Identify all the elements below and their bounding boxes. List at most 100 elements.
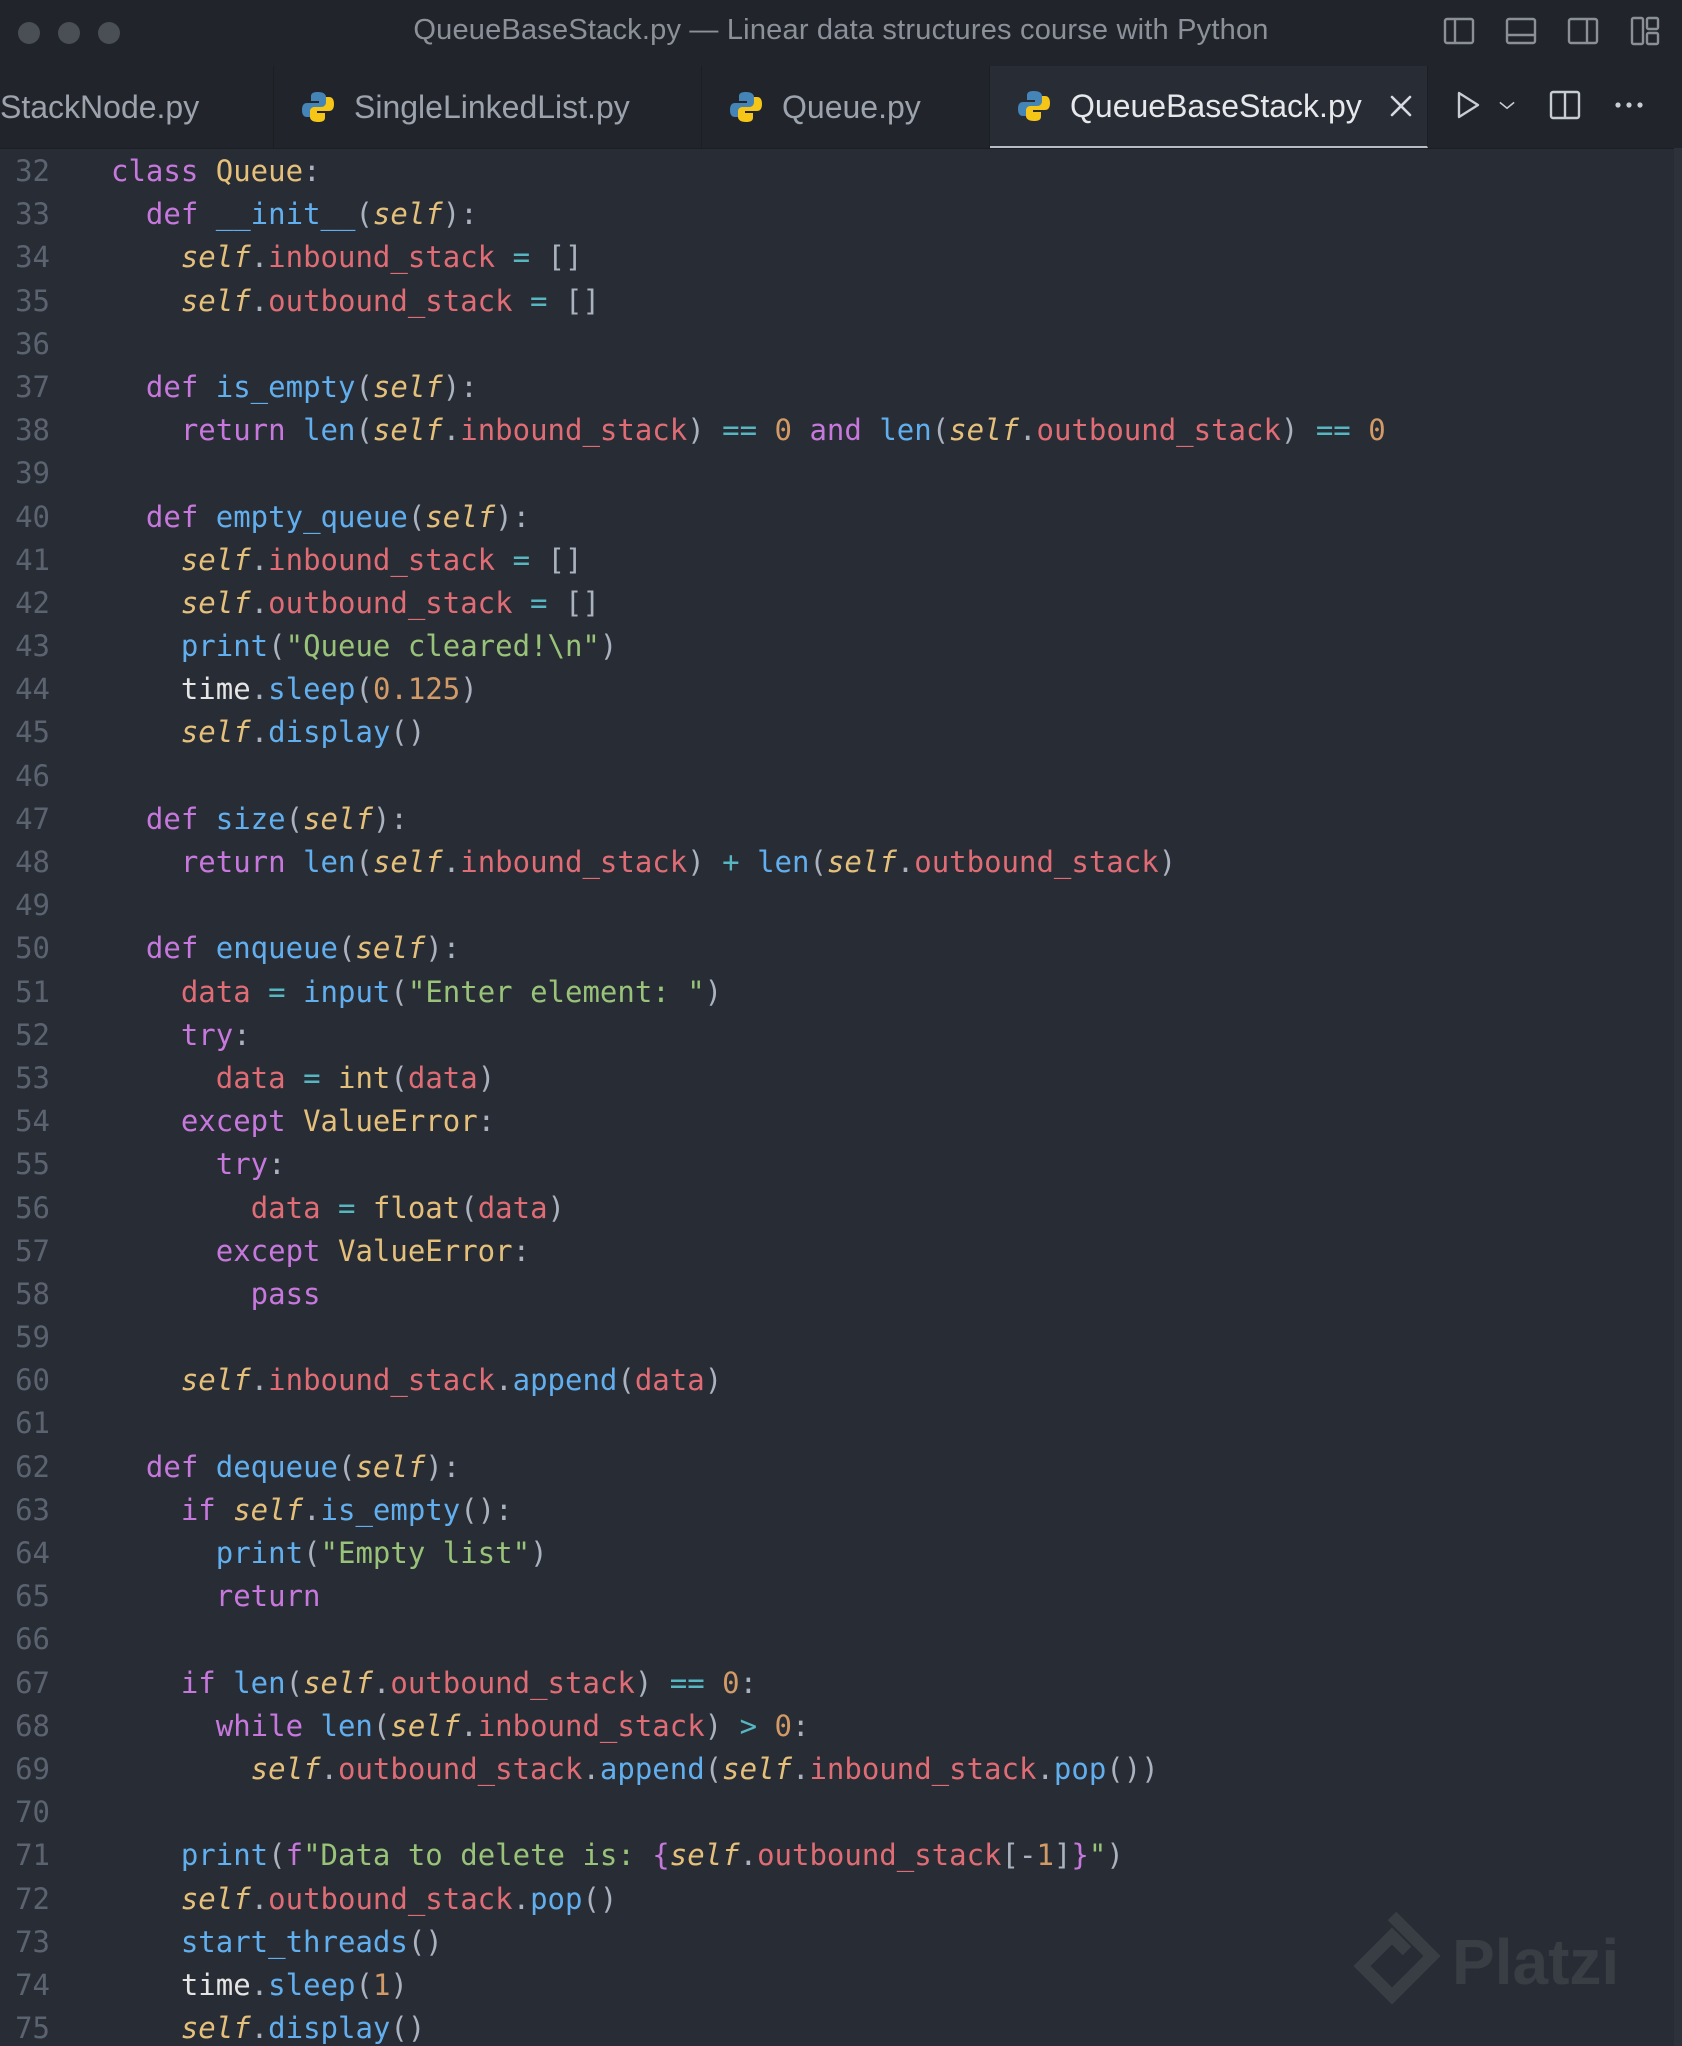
- code-token: self: [425, 499, 496, 534]
- code-token: ()): [1106, 1751, 1159, 1786]
- code-token: (: [355, 413, 373, 448]
- title-bar: QueueBaseStack.py — Linear data structur…: [0, 0, 1682, 66]
- code-token: self: [372, 845, 443, 879]
- code-token: ):: [442, 369, 478, 404]
- line-number: 46: [15, 758, 50, 793]
- code-line[interactable]: 42 self.outbound_stack = []: [0, 582, 1676, 625]
- code-line[interactable]: 32 class Queue:: [0, 150, 1676, 193]
- code-line[interactable]: 48 return len(self.inbound_stack) + len(…: [0, 841, 1676, 884]
- code-line[interactable]: 33 def __init__(self):: [0, 193, 1676, 236]
- code-line[interactable]: 64 print("Empty list"): [0, 1532, 1676, 1575]
- code-line[interactable]: 56 data = float(data): [0, 1187, 1676, 1230]
- code-line[interactable]: 35 self.outbound_stack = []: [0, 280, 1676, 323]
- code-line[interactable]: 57 except ValueError:: [0, 1230, 1676, 1273]
- code-text: print("Empty list"): [111, 1532, 548, 1575]
- code-line[interactable]: 44 time.sleep(0.125): [0, 668, 1676, 711]
- run-icon[interactable]: [1450, 88, 1484, 122]
- code-line[interactable]: 68 while len(self.inbound_stack) > 0:: [0, 1705, 1676, 1748]
- more-icon[interactable]: [1612, 88, 1646, 122]
- code-token: {: [652, 1838, 670, 1873]
- code-token: ): [687, 845, 705, 879]
- code-text: def __init__(self):: [111, 193, 478, 236]
- code-line[interactable]: 71 print(f"Data to delete is: {self.outb…: [0, 1834, 1676, 1877]
- code-line[interactable]: 52 try:: [0, 1014, 1676, 1057]
- code-line[interactable]: 67 if len(self.outbound_stack) == 0:: [0, 1662, 1676, 1705]
- toggle-secondary-sidebar-icon[interactable]: [1566, 14, 1600, 48]
- code-token: []: [547, 240, 583, 275]
- code-token: ):: [372, 801, 408, 836]
- code-token: (): [390, 2011, 426, 2046]
- code-line[interactable]: 46: [0, 755, 1676, 798]
- watermark-text: Platzi: [1452, 1926, 1619, 1998]
- code-line[interactable]: 39: [0, 452, 1676, 495]
- code-line[interactable]: 40 def empty_queue(self):: [0, 496, 1676, 539]
- code-token: (: [268, 629, 286, 664]
- toggle-panel-icon[interactable]: [1504, 14, 1538, 48]
- layout-controls: [1442, 14, 1662, 48]
- code-line[interactable]: 66: [0, 1618, 1676, 1661]
- code-token: dequeue: [215, 1449, 338, 1484]
- code-line[interactable]: 65 return: [0, 1575, 1676, 1618]
- line-number: 42: [15, 585, 50, 620]
- code-token: ): [687, 413, 705, 448]
- code-line[interactable]: 36: [0, 323, 1676, 366]
- tab-queue[interactable]: Queue.py: [702, 66, 990, 148]
- tab-queuebasestack[interactable]: QueueBaseStack.py: [990, 66, 1428, 148]
- code-line[interactable]: 50 def enqueue(self):: [0, 927, 1676, 970]
- code-token: .: [250, 240, 269, 275]
- code-token: def: [111, 499, 216, 534]
- code-line[interactable]: 37 def is_empty(self):: [0, 366, 1676, 409]
- line-number: 71: [15, 1838, 50, 1873]
- code-line[interactable]: 53 data = int(data): [0, 1057, 1676, 1100]
- line-number: 72: [15, 1881, 50, 1916]
- code-line[interactable]: 38 return len(self.inbound_stack) == 0 a…: [0, 409, 1676, 452]
- code-line[interactable]: 41 self.inbound_stack = []: [0, 539, 1676, 582]
- code-line[interactable]: 54 except ValueError:: [0, 1100, 1676, 1143]
- code-token: ():: [460, 1492, 513, 1527]
- code-token: start_threads: [180, 1924, 408, 1959]
- code-token: :: [477, 1104, 496, 1139]
- python-file-icon: [1018, 91, 1050, 121]
- code-line[interactable]: 60 self.inbound_stack.append(data): [0, 1359, 1676, 1402]
- split-editor-icon[interactable]: [1548, 88, 1582, 122]
- code-token: int: [338, 1060, 391, 1095]
- code-line[interactable]: 59: [0, 1316, 1676, 1359]
- code-token: 0: [1368, 413, 1386, 448]
- code-token: Queue: [215, 154, 304, 188]
- code-line[interactable]: 34 self.inbound_stack = []: [0, 236, 1676, 279]
- tab-singlelinkedlist[interactable]: SingleLinkedList.py: [274, 66, 702, 148]
- tab-stacknode[interactable]: StackNode.py: [0, 66, 274, 148]
- code-line[interactable]: 55 try:: [0, 1143, 1676, 1186]
- code-line[interactable]: 49: [0, 884, 1676, 927]
- chevron-down-icon[interactable]: [1496, 88, 1518, 122]
- code-token: data: [634, 1363, 705, 1398]
- code-text: if self.is_empty():: [111, 1489, 513, 1532]
- code-token: self: [303, 801, 373, 836]
- code-text: self.inbound_stack = []: [111, 236, 583, 279]
- code-line[interactable]: 43 print("Queue cleared!\n"): [0, 625, 1676, 668]
- code-line[interactable]: 47 def size(self):: [0, 798, 1676, 841]
- vertical-scrollbar[interactable]: [1674, 148, 1682, 2046]
- code-token: (: [390, 974, 408, 1009]
- code-line[interactable]: 70: [0, 1791, 1676, 1834]
- customize-layout-icon[interactable]: [1628, 14, 1662, 48]
- code-line[interactable]: 61: [0, 1402, 1676, 1445]
- code-text: def enqueue(self):: [111, 927, 460, 970]
- code-token: .: [512, 1881, 531, 1916]
- code-line[interactable]: 69 self.outbound_stack.append(self.inbou…: [0, 1748, 1676, 1791]
- code-line[interactable]: 63 if self.is_empty():: [0, 1489, 1676, 1532]
- code-line[interactable]: 45 self.display(): [0, 711, 1676, 754]
- code-token: =: [320, 1190, 373, 1225]
- code-line[interactable]: 51 data = input("Enter element: "): [0, 971, 1676, 1014]
- code-token: if: [111, 1665, 234, 1700]
- code-text: self.outbound_stack = []: [111, 582, 600, 625]
- code-line[interactable]: 62 def dequeue(self):: [0, 1446, 1676, 1489]
- code-token: "Queue cleared!\n": [285, 629, 600, 664]
- code-editor[interactable]: 32 class Queue: 33 def __init__(self): 34 s…: [0, 150, 1676, 2046]
- close-icon[interactable]: [1388, 93, 1414, 119]
- toggle-primary-sidebar-icon[interactable]: [1442, 14, 1476, 48]
- code-token: try: [111, 1017, 234, 1052]
- code-token: (: [355, 1967, 373, 2002]
- code-line[interactable]: 58 pass: [0, 1273, 1676, 1316]
- code-token: .: [250, 1881, 269, 1916]
